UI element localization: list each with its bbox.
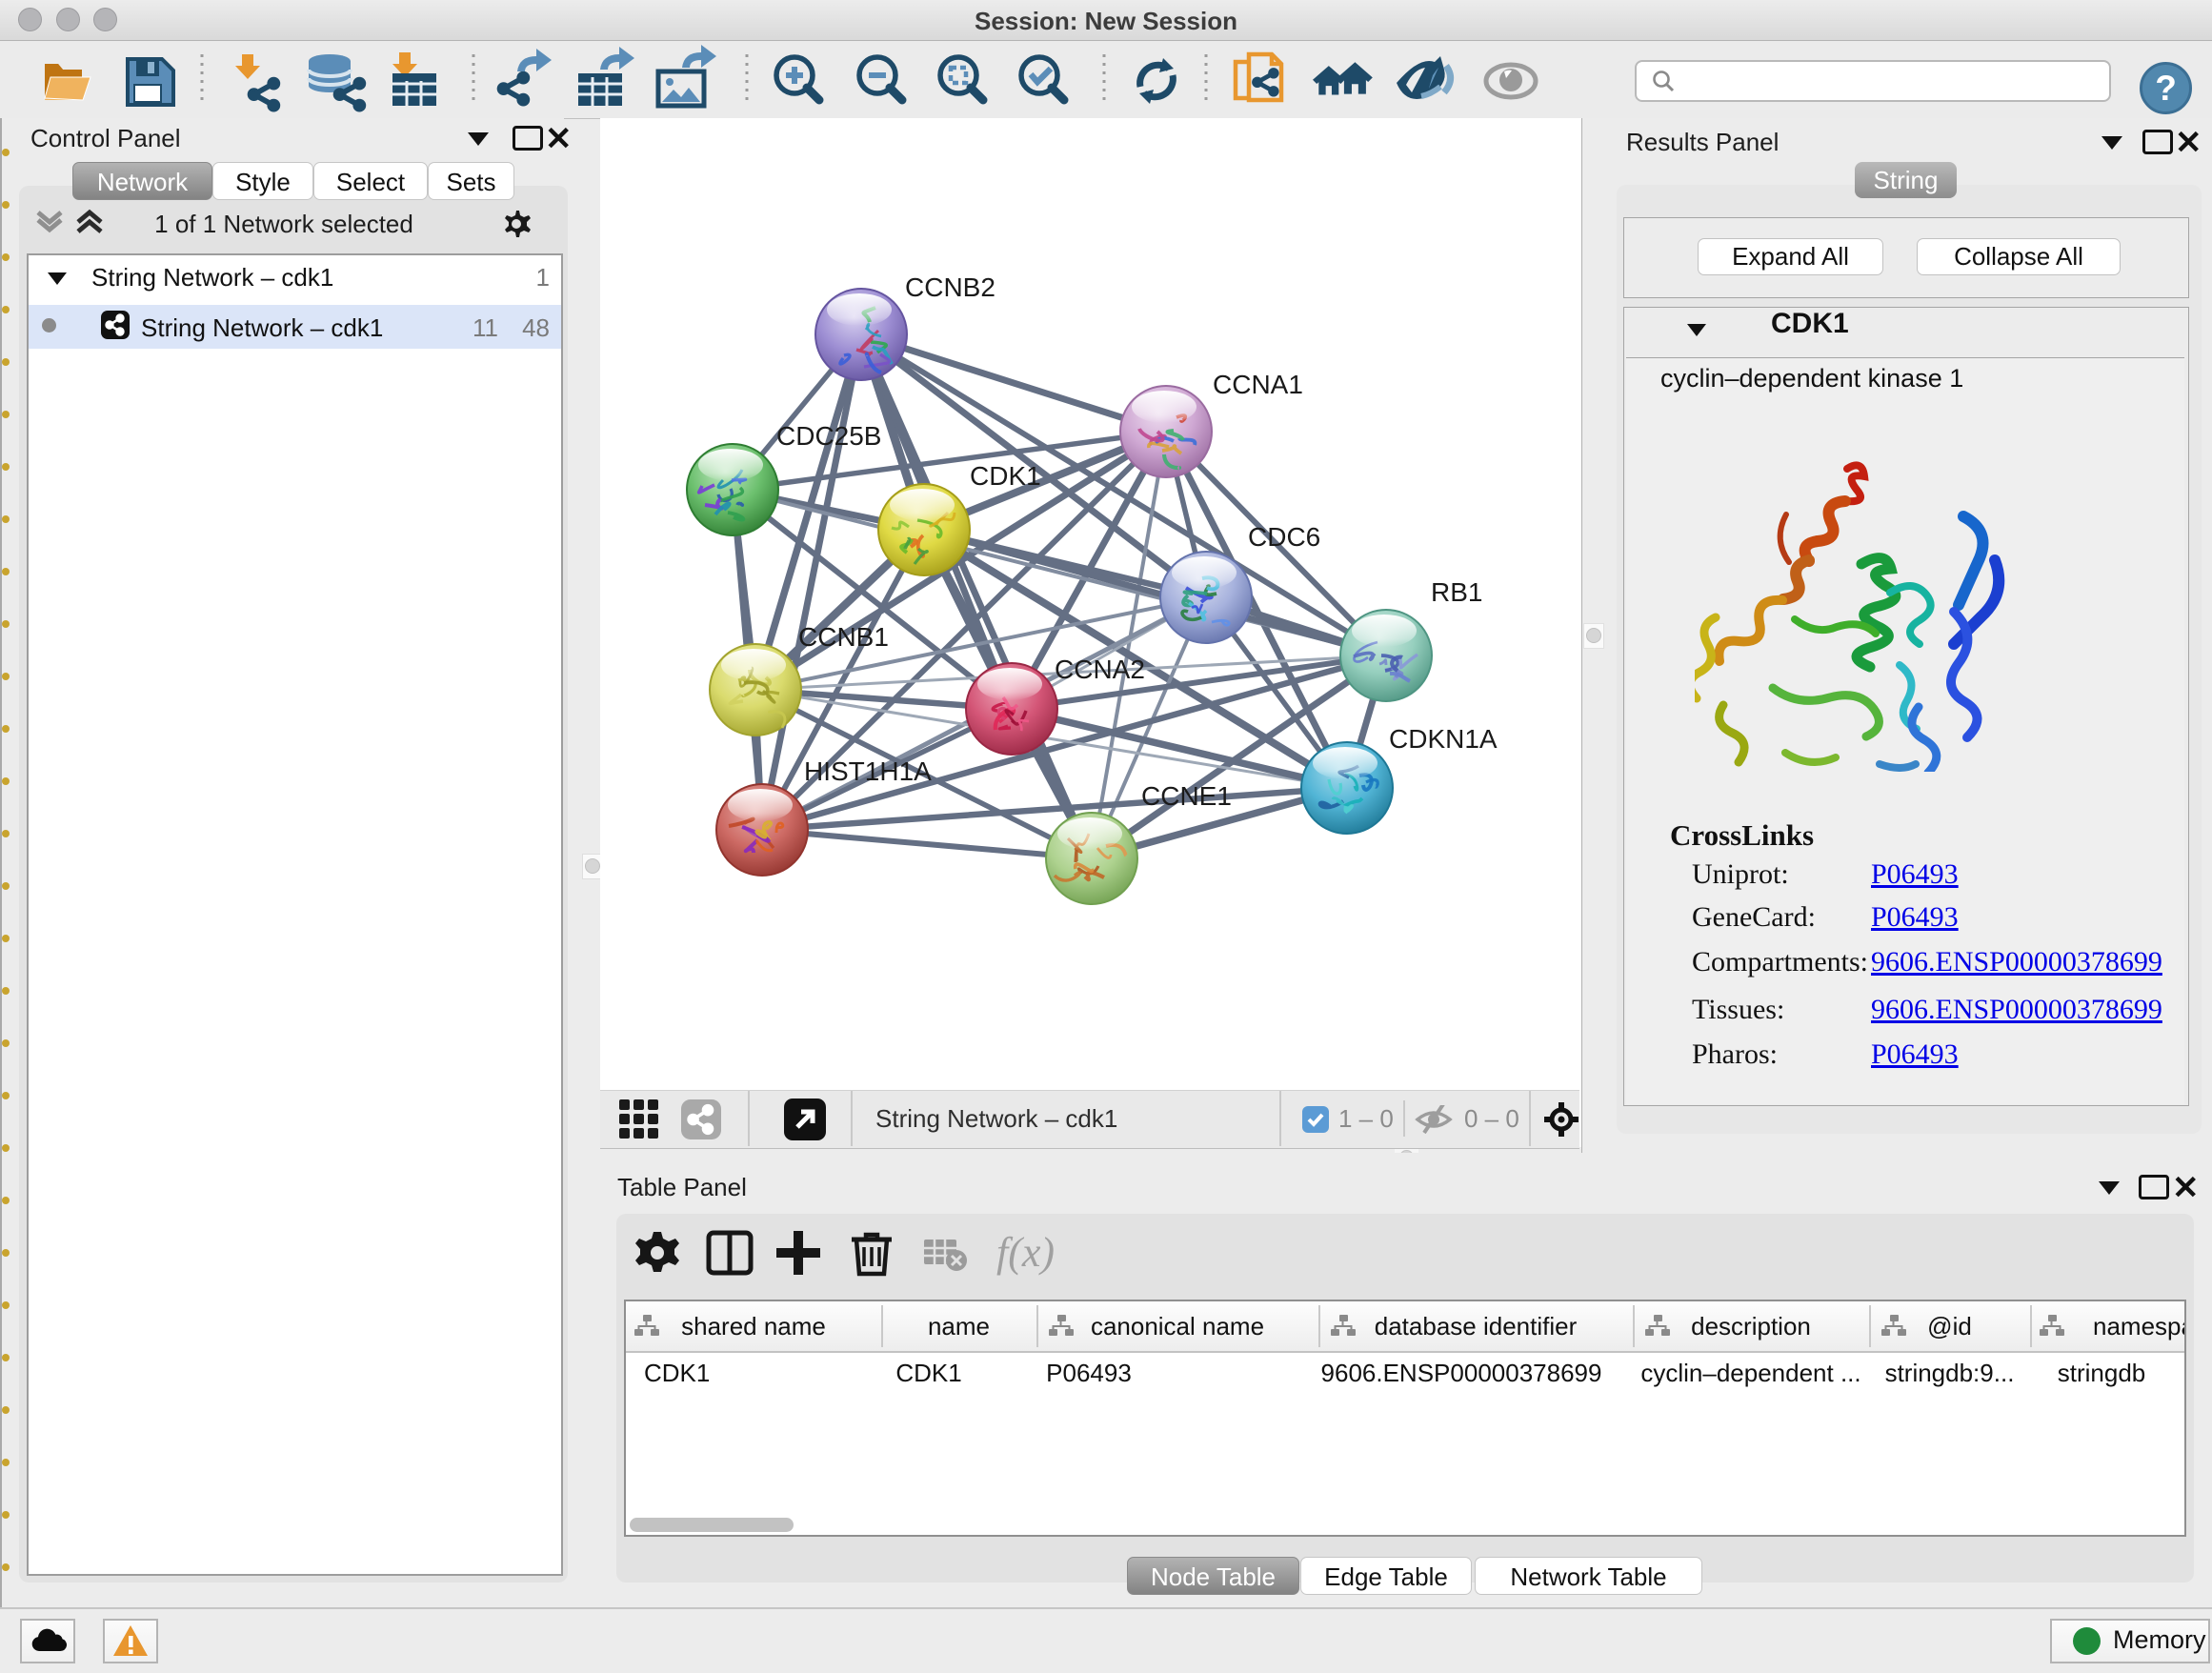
svg-text:CCNB1: CCNB1: [798, 622, 889, 652]
svg-text:CDKN1A: CDKN1A: [1389, 724, 1498, 754]
svg-text:CDC6: CDC6: [1248, 522, 1320, 552]
svg-text:RB1: RB1: [1431, 577, 1482, 607]
svg-text:CCNA1: CCNA1: [1213, 370, 1303, 399]
svg-text:CDC25B: CDC25B: [776, 421, 881, 451]
svg-text:f(x): f(x): [996, 1229, 1055, 1276]
svg-text:HIST1H1A: HIST1H1A: [804, 756, 932, 786]
svg-text:CCNB2: CCNB2: [905, 272, 995, 302]
svg-text:CCNE1: CCNE1: [1141, 781, 1232, 811]
svg-text:CDK1: CDK1: [970, 461, 1041, 491]
svg-text:CCNA2: CCNA2: [1055, 655, 1145, 684]
